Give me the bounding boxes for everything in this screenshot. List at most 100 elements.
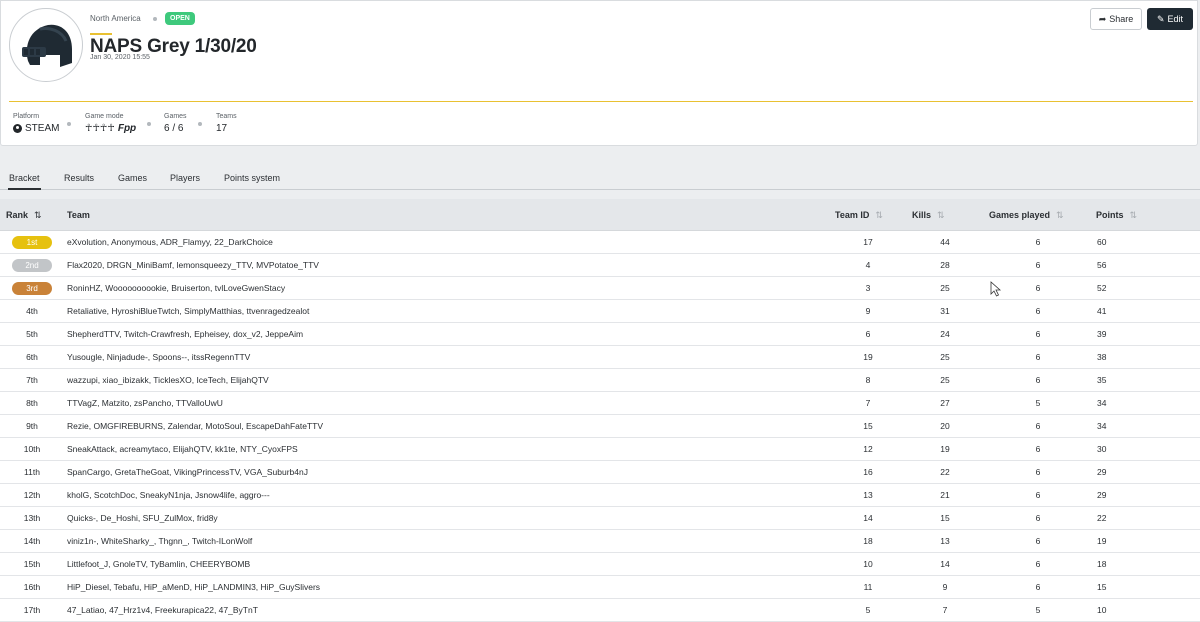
table-row[interactable]: 9th Rezie, OMGFIREBURNS, Zalendar, MotoSo… [0, 415, 1200, 438]
kills-cell: 28 [940, 260, 950, 270]
team-cell[interactable]: SpanCargo, GretaTheGoat, VikingPrincessT… [67, 461, 308, 484]
team-cell[interactable]: RoninHZ, Woooooooookie, Bruiserton, tvlL… [67, 277, 285, 300]
share-button[interactable]: ➦ Share [1090, 8, 1142, 30]
team-cell[interactable]: wazzupi, xiao_ibizakk, TicklesXO, IceTec… [67, 369, 269, 392]
rank-cell: 5th [26, 329, 38, 339]
table-row[interactable]: 2nd Flax2020, DRGN_MiniBamf, lemonsqueezy… [0, 254, 1200, 277]
team-id-cell: 14 [863, 513, 873, 523]
tab-bracket[interactable]: Bracket [8, 166, 41, 190]
pencil-icon: ✎ [1156, 13, 1165, 24]
team-cell[interactable]: kholG, ScotchDoc, SneakyN1nja, Jsnow4lif… [67, 484, 270, 507]
kills-cell: 44 [940, 237, 950, 247]
games-played-cell: 6 [1035, 283, 1041, 293]
rank-cell: 14th [23, 536, 41, 546]
stat-games-label: Games [164, 113, 187, 120]
table-row[interactable]: 6th Yusougle, Ninjadude-, Spoons--, itssR… [0, 346, 1200, 369]
games-played-cell: 6 [1035, 513, 1041, 523]
column-points[interactable]: Points ⇅ [1096, 199, 1137, 231]
games-played-cell: 6 [1035, 329, 1041, 339]
sort-icon[interactable]: ⇅ [937, 210, 945, 220]
points-cell: 56 [1097, 260, 1107, 270]
table-row[interactable]: 8th TTVagZ, Matzito, zsPancho, TTValloUwU… [0, 392, 1200, 415]
kills-cell: 7 [942, 605, 948, 615]
team-id-cell: 12 [863, 444, 873, 454]
games-played-cell: 6 [1035, 421, 1041, 431]
team-cell[interactable]: Flax2020, DRGN_MiniBamf, lemonsqueezy_TT… [67, 254, 319, 277]
rank-cell: 8th [26, 398, 38, 408]
team-id-cell: 4 [865, 260, 871, 270]
rank-cell: 10th [23, 444, 41, 454]
table-row[interactable]: 13th Quicks-, De_Hoshi, SFU_ZulMox, frid8… [0, 507, 1200, 530]
rank-cell: 7th [26, 375, 38, 385]
kills-cell: 25 [940, 375, 950, 385]
team-cell[interactable]: HiP_Diesel, Tebafu, HiP_aMenD, HiP_LANDM… [67, 576, 320, 599]
edit-button-label: Edit [1167, 14, 1184, 24]
table-row[interactable]: 15th Littlefoot_J, GnoleTV, TyBamlin, CHE… [0, 553, 1200, 576]
table-row[interactable]: 16th HiP_Diesel, Tebafu, HiP_aMenD, HiP_L… [0, 576, 1200, 599]
team-cell[interactable]: Rezie, OMGFIREBURNS, Zalendar, MotoSoul,… [67, 415, 323, 438]
team-cell[interactable]: TTVagZ, Matzito, zsPancho, TTValloUwU [67, 392, 223, 415]
tab-games[interactable]: Games [117, 166, 148, 190]
table-row[interactable]: 4th Retaliative, HyroshiBlueTwtch, Simply… [0, 300, 1200, 323]
team-id-cell: 10 [863, 559, 873, 569]
rank-medal-badge: 2nd [12, 259, 52, 272]
table-row[interactable]: 17th 47_Latiao, 47_Hrz1v4, Freekurapica22… [0, 599, 1200, 622]
points-cell: 41 [1097, 306, 1107, 316]
kills-cell: 24 [940, 329, 950, 339]
team-cell[interactable]: SneakAttack, acreamytaco, ElijahQTV, kk1… [67, 438, 298, 461]
team-cell[interactable]: Quicks-, De_Hoshi, SFU_ZulMox, frid8y [67, 507, 218, 530]
points-cell: 29 [1097, 490, 1107, 500]
table-row[interactable]: 11th SpanCargo, GretaTheGoat, VikingPrinc… [0, 461, 1200, 484]
stat-platform-value: STEAM [25, 123, 60, 134]
sort-icon[interactable]: ⇅ [875, 210, 883, 220]
rank-medal-badge: 1st [12, 236, 52, 249]
rank-medal-badge: 3rd [12, 282, 52, 295]
table-row[interactable]: 14th viniz1n-, WhiteSharky_, Thgnn_, Twit… [0, 530, 1200, 553]
separator-dot [198, 122, 202, 126]
stat-games: Games 6 / 6 [164, 113, 187, 134]
team-cell[interactable]: Yusougle, Ninjadude-, Spoons--, itssRege… [67, 346, 250, 369]
table-row[interactable]: 7th wazzupi, xiao_ibizakk, TicklesXO, Ice… [0, 369, 1200, 392]
table-row[interactable]: 10th SneakAttack, acreamytaco, ElijahQTV,… [0, 438, 1200, 461]
column-games-played[interactable]: Games played ⇅ [989, 199, 1064, 231]
team-cell[interactable]: viniz1n-, WhiteSharky_, Thgnn_, Twitch-I… [67, 530, 252, 553]
tab-players[interactable]: Players [169, 166, 201, 190]
sort-icon[interactable]: ⇅ [1130, 210, 1138, 220]
column-team-id-label: Team ID [835, 210, 870, 220]
team-cell[interactable]: 47_Latiao, 47_Hrz1v4, Freekurapica22, 47… [67, 599, 258, 622]
team-cell[interactable]: eXvolution, Anonymous, ADR_Flamyy, 22_Da… [67, 231, 273, 254]
stat-teams-label: Teams [216, 113, 237, 120]
tournament-date: Jan 30, 2020 15:55 [90, 54, 150, 61]
tab-results[interactable]: Results [63, 166, 95, 190]
team-cell[interactable]: Littlefoot_J, GnoleTV, TyBamlin, CHEERYB… [67, 553, 250, 576]
team-id-cell: 11 [863, 582, 873, 592]
tab-points-system[interactable]: Points system [223, 166, 281, 190]
sort-icon[interactable]: ⇅ [1056, 210, 1064, 220]
team-id-cell: 13 [863, 490, 873, 500]
kills-cell: 9 [942, 582, 948, 592]
points-cell: 35 [1097, 375, 1107, 385]
table-row[interactable]: 3rd RoninHZ, Woooooooookie, Bruiserton, t… [0, 277, 1200, 300]
games-played-cell: 6 [1035, 306, 1041, 316]
stat-gamemode-value: Fpp [117, 123, 137, 134]
kills-cell: 14 [940, 559, 950, 569]
column-kills[interactable]: Kills ⇅ [912, 199, 945, 231]
team-id-cell: 6 [865, 329, 871, 339]
table-header: Rank ⇅ Team Team ID ⇅ Kills ⇅ Games played ⇅… [0, 199, 1200, 231]
column-team-id[interactable]: Team ID ⇅ [835, 199, 883, 231]
stat-games-value: 6 / 6 [164, 123, 184, 134]
table-row[interactable]: 1st eXvolution, Anonymous, ADR_Flamyy, 22… [0, 231, 1200, 254]
table-row[interactable]: 12th kholG, ScotchDoc, SneakyN1nja, Jsnow… [0, 484, 1200, 507]
points-cell: 18 [1097, 559, 1107, 569]
edit-button[interactable]: ✎ Edit [1147, 8, 1193, 30]
title-accent [90, 33, 112, 35]
steam-icon [13, 124, 22, 133]
mouse-cursor-icon [990, 281, 1002, 297]
team-cell[interactable]: ShepherdTTV, Twitch-Crawfresh, Epheisey,… [67, 323, 303, 346]
points-cell: 38 [1097, 352, 1107, 362]
sort-asc-icon[interactable]: ⇅ [34, 210, 42, 220]
team-cell[interactable]: Retaliative, HyroshiBlueTwtch, SimplyMat… [67, 300, 309, 323]
table-row[interactable]: 5th ShepherdTTV, Twitch-Crawfresh, Epheis… [0, 323, 1200, 346]
status-badge: OPEN [165, 12, 195, 25]
column-rank[interactable]: Rank ⇅ [6, 199, 42, 231]
